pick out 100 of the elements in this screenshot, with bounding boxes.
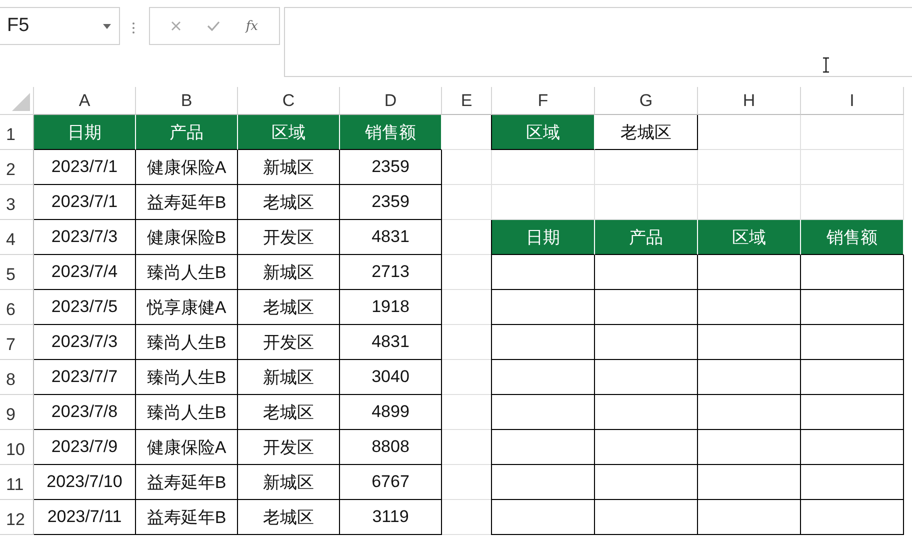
table-cell[interactable]: 老城区 (238, 185, 340, 220)
row-header[interactable]: 2 (0, 150, 34, 185)
table-cell[interactable]: 2359 (340, 150, 442, 185)
insert-function-button[interactable]: fx (246, 18, 258, 34)
row-header[interactable]: 7 (0, 325, 34, 360)
table-cell[interactable]: 益寿延年B (136, 500, 238, 535)
table-cell[interactable] (698, 325, 801, 360)
table-cell[interactable] (492, 465, 595, 500)
table-cell[interactable]: 老城区 (238, 500, 340, 535)
header-cell[interactable]: 日期 (34, 115, 136, 150)
table-cell[interactable] (801, 465, 904, 500)
row-header[interactable]: 11 (0, 465, 34, 500)
table-cell[interactable]: 新城区 (238, 255, 340, 290)
column-header[interactable]: I (801, 87, 904, 115)
table-cell[interactable]: 2023/7/5 (34, 290, 136, 325)
table-cell[interactable]: 新城区 (238, 465, 340, 500)
table-cell[interactable] (698, 430, 801, 465)
row-header[interactable]: 8 (0, 360, 34, 395)
table-cell[interactable]: 新城区 (238, 150, 340, 185)
table-cell[interactable]: 健康保险B (136, 220, 238, 255)
table-cell[interactable]: 臻尚人生B (136, 395, 238, 430)
row-header[interactable]: 6 (0, 290, 34, 325)
row-header[interactable]: 10 (0, 430, 34, 465)
table-cell[interactable]: 3119 (340, 500, 442, 535)
table-cell[interactable] (801, 255, 904, 290)
table-cell[interactable] (595, 290, 698, 325)
table-cell[interactable] (801, 430, 904, 465)
table-cell[interactable]: 新城区 (238, 360, 340, 395)
table-cell[interactable]: 4899 (340, 395, 442, 430)
table-cell[interactable] (595, 255, 698, 290)
table-cell[interactable]: 开发区 (238, 220, 340, 255)
header-cell[interactable]: 区域 (492, 115, 595, 150)
table-cell[interactable] (492, 325, 595, 360)
row-header[interactable]: 4 (0, 220, 34, 255)
table-cell[interactable] (492, 290, 595, 325)
row-header[interactable]: 12 (0, 500, 34, 535)
header-cell[interactable]: 区域 (238, 115, 340, 150)
table-cell[interactable]: 益寿延年B (136, 465, 238, 500)
table-cell[interactable] (595, 360, 698, 395)
name-box[interactable]: F5 (0, 7, 120, 45)
table-cell[interactable]: 2023/7/7 (34, 360, 136, 395)
table-cell[interactable]: 2023/7/8 (34, 395, 136, 430)
table-cell[interactable]: 2023/7/3 (34, 325, 136, 360)
table-cell[interactable]: 开发区 (238, 430, 340, 465)
row-header[interactable]: 5 (0, 255, 34, 290)
header-cell[interactable]: 产品 (595, 220, 698, 255)
table-cell[interactable]: 2023/7/10 (34, 465, 136, 500)
table-cell[interactable]: 悦享康健A (136, 290, 238, 325)
header-cell[interactable]: 销售额 (340, 115, 442, 150)
check-icon[interactable] (206, 21, 220, 31)
table-cell[interactable]: 2023/7/9 (34, 430, 136, 465)
table-cell[interactable] (698, 360, 801, 395)
table-cell[interactable]: 2023/7/3 (34, 220, 136, 255)
table-cell[interactable]: 臻尚人生B (136, 325, 238, 360)
table-cell[interactable] (492, 430, 595, 465)
table-cell[interactable]: 健康保险A (136, 150, 238, 185)
table-cell[interactable] (492, 360, 595, 395)
header-cell[interactable]: 日期 (492, 220, 595, 255)
table-cell[interactable] (595, 325, 698, 360)
table-cell[interactable] (492, 500, 595, 535)
header-cell[interactable]: 产品 (136, 115, 238, 150)
table-cell[interactable] (801, 325, 904, 360)
table-cell[interactable] (492, 395, 595, 430)
table-cell[interactable] (801, 500, 904, 535)
table-cell[interactable] (698, 500, 801, 535)
table-cell[interactable] (698, 255, 801, 290)
table-cell[interactable] (801, 360, 904, 395)
table-cell[interactable]: 2023/7/1 (34, 150, 136, 185)
table-cell[interactable]: 2023/7/11 (34, 500, 136, 535)
table-cell[interactable]: 臻尚人生B (136, 360, 238, 395)
header-cell[interactable]: 销售额 (801, 220, 904, 255)
table-cell[interactable] (595, 430, 698, 465)
table-cell[interactable]: 益寿延年B (136, 185, 238, 220)
table-cell[interactable]: 老城区 (238, 290, 340, 325)
table-cell[interactable]: 2713 (340, 255, 442, 290)
table-cell[interactable] (801, 395, 904, 430)
table-cell[interactable] (492, 255, 595, 290)
table-cell[interactable] (595, 465, 698, 500)
table-cell[interactable]: 4831 (340, 325, 442, 360)
table-cell[interactable] (698, 290, 801, 325)
table-cell[interactable]: 3040 (340, 360, 442, 395)
table-cell[interactable]: 健康保险A (136, 430, 238, 465)
column-header[interactable]: H (698, 87, 801, 115)
column-header[interactable]: G (595, 87, 698, 115)
table-cell[interactable] (595, 500, 698, 535)
table-cell[interactable]: 2023/7/4 (34, 255, 136, 290)
table-cell[interactable]: 2359 (340, 185, 442, 220)
table-cell[interactable] (595, 395, 698, 430)
table-cell[interactable] (698, 465, 801, 500)
table-cell[interactable]: 6767 (340, 465, 442, 500)
row-header[interactable]: 9 (0, 395, 34, 430)
table-cell[interactable]: 1918 (340, 290, 442, 325)
table-cell[interactable]: 老城区 (238, 395, 340, 430)
table-cell[interactable]: 4831 (340, 220, 442, 255)
table-cell[interactable]: 8808 (340, 430, 442, 465)
table-cell[interactable] (698, 395, 801, 430)
table-cell[interactable] (801, 290, 904, 325)
table-cell[interactable]: 开发区 (238, 325, 340, 360)
column-header[interactable]: E (442, 87, 492, 115)
table-cell[interactable]: 臻尚人生B (136, 255, 238, 290)
